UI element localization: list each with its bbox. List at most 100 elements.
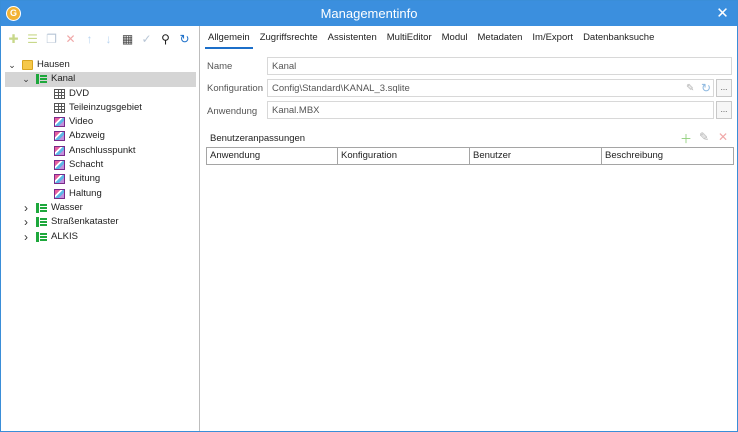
delete-customization-icon[interactable]: ✕ [718, 130, 728, 144]
tab-bar: Allgemein Zugriffsrechte Assistenten MultiE… [205, 31, 661, 49]
customizations-grid: Anwendung Konfiguration Benutzer Beschreibu… [206, 147, 734, 165]
check-icon: ✓ [141, 32, 152, 46]
tree-item-stra-enkataster[interactable]: › Straßenkataster [5, 215, 196, 229]
tab-im-export[interactable]: Im/Export [529, 31, 576, 49]
new-button[interactable]: ✚ [5, 30, 22, 48]
column-header-beschreibung[interactable]: Beschreibung [602, 148, 733, 164]
chevron-down-icon[interactable]: ⌄ [21, 72, 31, 86]
tree-item-kanal[interactable]: ⌄ Kanal [5, 72, 196, 87]
tree-item-label: Hausen [37, 59, 70, 70]
tab-datenbanksuche[interactable]: Datenbanksuche [580, 31, 657, 49]
title-bar[interactable]: G Managementinfo ✕ [1, 1, 737, 26]
tree-item-abzweig[interactable]: Abzweig [5, 129, 196, 143]
tree-item-anschlusspunkt[interactable]: Anschlusspunkt [5, 144, 196, 158]
tree-item-haltung[interactable]: Haltung [5, 187, 196, 201]
feature-icon [54, 131, 65, 142]
table-icon [54, 88, 65, 99]
chevron-right-icon[interactable]: › [21, 201, 31, 215]
move-down-icon: ↓ [105, 32, 112, 46]
tree-item-label: Kanal [51, 73, 76, 85]
navigation-pane: ✚ ☰ ❐ ✕ ↑ ↓ ▦ ✓ ⚲ ↻ ⌄ Hausen ⌄ Kanal DVD Teileinzugsge… [1, 26, 200, 431]
tree-item-label: Haltung [69, 187, 102, 199]
properties-button[interactable]: ▦ [119, 30, 136, 48]
delete-button[interactable]: ✕ [62, 30, 79, 48]
tree-item-label: Abzweig [69, 130, 105, 142]
tree-item-video[interactable]: Video [5, 115, 196, 129]
tree-item-label: DVD [69, 87, 90, 99]
tree-item-label: Teileinzugsgebiet [69, 101, 142, 113]
tree-item-label: ALKIS [51, 230, 78, 242]
chevron-right-icon[interactable]: › [21, 215, 31, 229]
add-customization-icon[interactable]: ＋ [680, 130, 692, 147]
chevron-down-icon[interactable]: ⌄ [7, 58, 17, 72]
feature-icon [54, 188, 65, 199]
move-up-button[interactable]: ↑ [81, 30, 98, 48]
search-icon: ⚲ [161, 32, 170, 46]
tree-toolbar: ✚ ☰ ❐ ✕ ↑ ↓ ▦ ✓ ⚲ ↻ [5, 30, 193, 48]
main-window: G Managementinfo ✕ ✚ ☰ ❐ ✕ ↑ ↓ ▦ ✓ ⚲ ↻ ⌄ Hausen ⌄ Ka… [0, 0, 738, 432]
edit-configuration-icon[interactable]: ✎ [686, 83, 694, 94]
tree-item-label: Leitung [69, 173, 101, 185]
tree-item-schacht[interactable]: Schacht [5, 158, 196, 172]
layer-tree: ⌄ Hausen ⌄ Kanal DVD Teileinzugsgebiet Video Ab… [5, 58, 196, 244]
name-field[interactable]: Kanal [267, 57, 732, 75]
new-icon: ✚ [8, 32, 19, 46]
tree-item-label: Straßenkataster [51, 216, 119, 228]
tree-item-label: Anschlusspunkt [69, 144, 136, 156]
configuration-field[interactable]: Config\Standard\KANAL_3.sqlite [267, 79, 714, 97]
refresh-icon: ↻ [179, 32, 190, 46]
column-header-konfiguration[interactable]: Konfiguration [338, 148, 470, 164]
tree-item-label: Video [69, 116, 94, 128]
tab-zugriffsrechte[interactable]: Zugriffsrechte [257, 31, 321, 49]
column-header-benutzer[interactable]: Benutzer [470, 148, 602, 164]
check-button[interactable]: ✓ [138, 30, 155, 48]
tab-assistenten[interactable]: Assistenten [325, 31, 380, 49]
tree-item-hausen[interactable]: ⌄ Hausen [5, 58, 196, 72]
copy-icon: ❐ [46, 32, 57, 46]
tree-item-label: Wasser [51, 201, 83, 213]
feature-icon [54, 160, 65, 171]
tree-item-teileinzugsgebiet[interactable]: Teileinzugsgebiet [5, 101, 196, 115]
tab-modul[interactable]: Modul [439, 31, 471, 49]
tab-multieditor[interactable]: MultiEditor [384, 31, 435, 49]
move-up-icon: ↑ [86, 32, 93, 46]
tab-allgemein[interactable]: Allgemein [205, 31, 253, 49]
refresh-button[interactable]: ↻ [176, 30, 193, 48]
feature-icon [54, 117, 65, 128]
window-title: Managementinfo [320, 6, 418, 21]
tree-item-dvd[interactable]: DVD [5, 87, 196, 101]
reset-configuration-icon[interactable]: ↻ [701, 81, 711, 95]
chevron-right-icon[interactable]: › [21, 230, 31, 244]
folder-icon [22, 60, 33, 70]
browse-configuration-button[interactable]: ... [716, 79, 732, 97]
tree-item-wasser[interactable]: › Wasser [5, 201, 196, 215]
move-down-button[interactable]: ↓ [100, 30, 117, 48]
layer-icon [36, 202, 47, 213]
feature-icon [54, 174, 65, 185]
browse-application-button[interactable]: ... [716, 101, 732, 119]
tree-item-leitung[interactable]: Leitung [5, 172, 196, 186]
layer-icon [36, 217, 47, 228]
configuration-label: Konfiguration [207, 83, 263, 94]
close-icon: ✕ [716, 5, 729, 22]
edit-customization-icon[interactable]: ✎ [699, 130, 709, 144]
layer-icon [36, 74, 47, 85]
delete-icon: ✕ [65, 32, 76, 46]
name-label: Name [207, 61, 233, 72]
table-icon [54, 102, 65, 113]
layer-icon [36, 231, 47, 242]
tree-item-label: Schacht [69, 159, 104, 171]
properties-icon: ▦ [121, 32, 134, 46]
close-button[interactable]: ✕ [712, 3, 733, 24]
add-child-icon: ☰ [27, 32, 38, 46]
tab-metadaten[interactable]: Metadaten [475, 31, 526, 49]
add-child-button[interactable]: ☰ [24, 30, 41, 48]
column-header-anwendung[interactable]: Anwendung [207, 148, 338, 164]
search-button[interactable]: ⚲ [157, 30, 174, 48]
details-pane: Allgemein Zugriffsrechte Assistenten MultiE… [201, 26, 737, 431]
application-label: Anwendung [207, 106, 258, 117]
tree-item-alkis[interactable]: › ALKIS [5, 230, 196, 244]
feature-icon [54, 145, 65, 156]
application-field[interactable]: Kanal.MBX [267, 101, 714, 119]
copy-button[interactable]: ❐ [43, 30, 60, 48]
